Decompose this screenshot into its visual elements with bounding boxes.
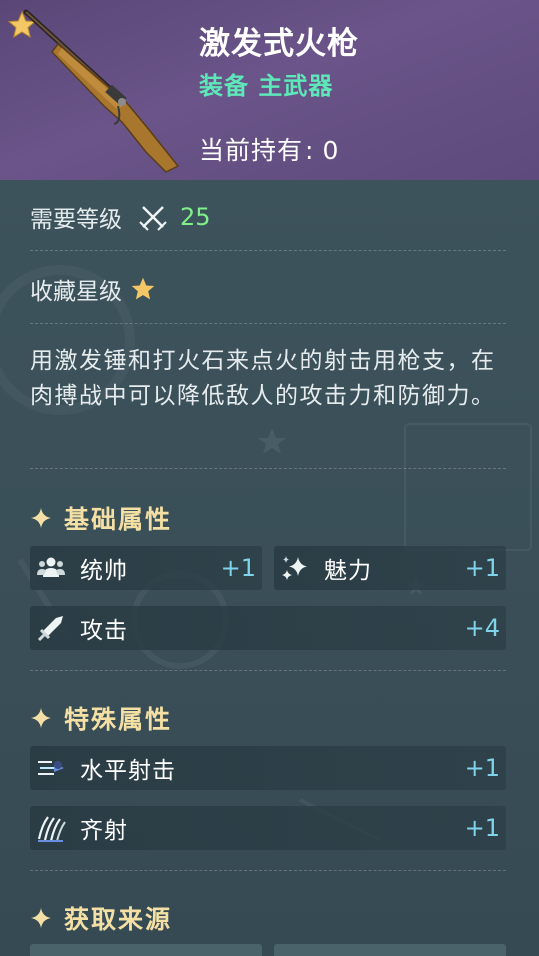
section-title: 获取来源 [64, 905, 173, 934]
collection-star-label: 收藏星级 [30, 279, 122, 305]
people-icon [37, 557, 65, 577]
required-level-row: 需要等级 25 [30, 200, 211, 234]
stat-horizontal-shot: 水平射击 +1 [30, 746, 506, 790]
divider [30, 870, 506, 871]
item-type: 装备 主武器 [199, 72, 334, 100]
sparkle-bullet-icon [31, 908, 51, 928]
section-basic-attributes: 基础属性 [30, 500, 172, 536]
sword-icon [37, 616, 63, 642]
item-detail-panel[interactable]: 需要等级 25 收藏星级 用激发锤和打火石来点火的射击用枪支，在肉搏战中可以降低… [0, 180, 539, 956]
stat-label: 攻击 [80, 618, 128, 644]
sparkle-bullet-icon [31, 708, 51, 728]
item-name: 激发式火枪 [199, 26, 359, 62]
stat-label: 水平射击 [80, 758, 176, 784]
stat-value: +1 [464, 554, 500, 582]
stat-value: +1 [464, 814, 500, 842]
section-title: 特殊属性 [64, 705, 173, 734]
source-entry-1[interactable] [30, 944, 262, 956]
crossed-swords-icon [139, 206, 167, 231]
stat-label: 统帅 [80, 558, 128, 584]
divider [30, 468, 506, 469]
section-source: 获取来源 [30, 900, 172, 936]
sparkle-bullet-icon [31, 508, 51, 528]
stat-label: 齐射 [80, 818, 128, 844]
owned-value: 0 [322, 136, 340, 165]
stat-value: +4 [464, 614, 500, 642]
stat-volley: 齐射 +1 [30, 806, 506, 850]
owned-separator: : [305, 136, 315, 165]
stat-charm: 魅力 +1 [274, 546, 506, 590]
collection-star-row: 收藏星级 [30, 272, 156, 306]
stat-label: 魅力 [324, 558, 372, 584]
item-header: 激发式火枪 装备 主武器 当前持有: 0 [0, 0, 539, 180]
stat-value: +1 [464, 754, 500, 782]
divider [30, 670, 506, 671]
required-level-value: 25 [180, 203, 211, 231]
required-level-label: 需要等级 [30, 207, 122, 233]
owned-label: 当前持有 [199, 136, 304, 165]
section-title: 基础属性 [64, 505, 173, 534]
owned-count: 当前持有: 0 [199, 131, 339, 167]
horizontal-shot-icon [38, 761, 64, 775]
star-icon [131, 277, 155, 300]
stat-value: +1 [220, 554, 256, 582]
divider [30, 323, 506, 324]
musket-icon [23, 9, 180, 173]
section-special-attributes: 特殊属性 [30, 700, 172, 736]
item-description: 用激发锤和打火石来点火的射击用枪支，在肉搏战中可以降低敌人的攻击力和防御力。 [30, 348, 496, 409]
source-entry-2[interactable] [274, 944, 506, 956]
stat-attack: 攻击 +4 [30, 606, 506, 650]
sparkle-icon [282, 556, 307, 580]
stat-leadership: 统帅 +1 [30, 546, 262, 590]
volley-icon [37, 816, 66, 842]
divider [30, 250, 506, 251]
